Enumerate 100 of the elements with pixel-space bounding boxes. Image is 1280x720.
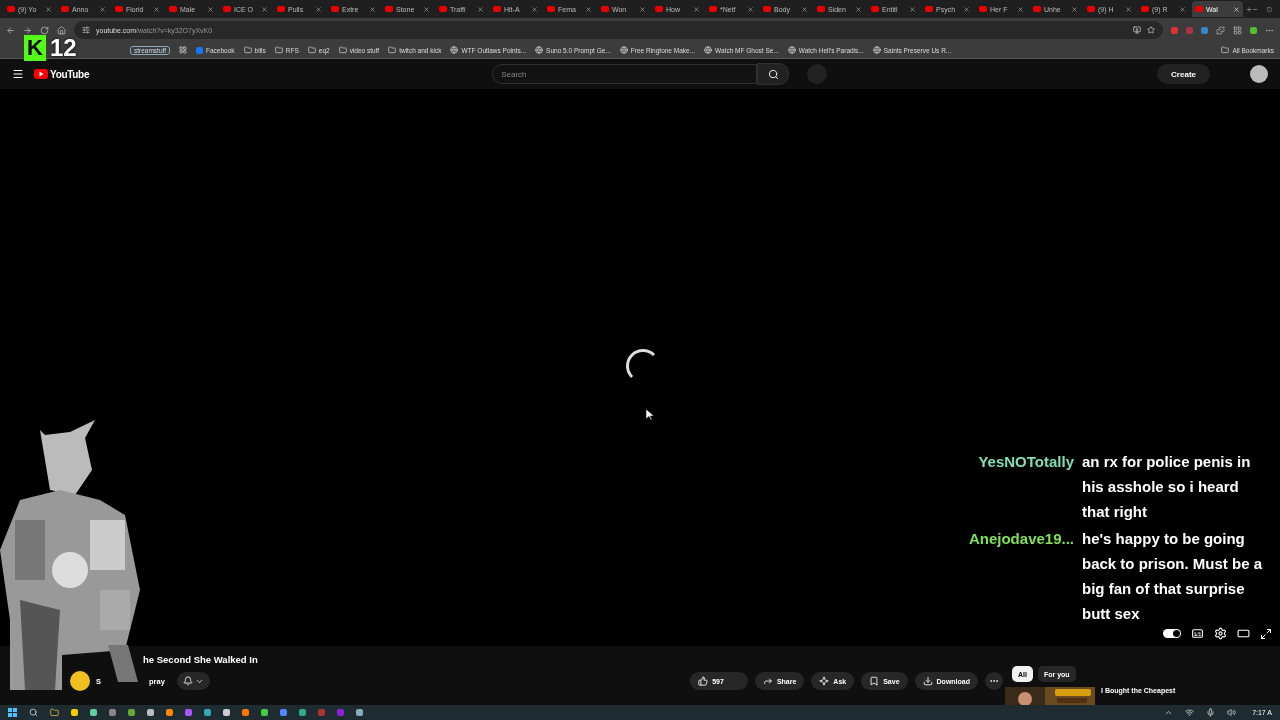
- chat-username: YesNOTotally: [977, 452, 1074, 472]
- search-icon: [767, 68, 779, 80]
- folder-icon[interactable]: [50, 708, 59, 717]
- home-icon[interactable]: [57, 25, 66, 35]
- close-icon[interactable]: [423, 5, 430, 13]
- app-icon[interactable]: [242, 709, 249, 716]
- reload-icon[interactable]: [40, 25, 49, 35]
- close-icon[interactable]: [99, 5, 106, 13]
- close-icon[interactable]: [1017, 5, 1024, 13]
- youtube-icon: [817, 6, 825, 12]
- notification-button[interactable]: [176, 672, 210, 690]
- close-icon[interactable]: [369, 5, 376, 13]
- app-icon[interactable]: [185, 709, 192, 716]
- close-icon[interactable]: [207, 5, 214, 13]
- back-icon[interactable]: [6, 25, 15, 35]
- close-icon[interactable]: [639, 5, 646, 13]
- close-icon[interactable]: [45, 5, 52, 13]
- app-icon[interactable]: [147, 709, 154, 716]
- close-icon[interactable]: [747, 5, 754, 13]
- close-icon[interactable]: [531, 5, 538, 13]
- close-icon[interactable]: [909, 5, 916, 13]
- menu-icon[interactable]: [12, 68, 24, 80]
- channel-avatar[interactable]: [70, 671, 90, 691]
- extensions-icon[interactable]: [1216, 25, 1225, 35]
- youtube-icon: [547, 6, 555, 12]
- app-icon[interactable]: [299, 709, 306, 716]
- globe-icon: [450, 46, 459, 54]
- facebook-icon: [196, 46, 204, 54]
- app-icon[interactable]: [166, 709, 173, 716]
- apps-icon[interactable]: [179, 46, 188, 54]
- bookmark-icon: [869, 676, 880, 686]
- close-icon[interactable]: [477, 5, 484, 13]
- youtube-icon: [115, 6, 123, 12]
- app-icon[interactable]: [204, 709, 211, 716]
- account-avatar[interactable]: [1250, 65, 1268, 83]
- close-icon[interactable]: [585, 5, 592, 13]
- close-icon[interactable]: [1071, 5, 1078, 13]
- globe-icon: [787, 46, 796, 54]
- youtube-icon: [223, 6, 231, 12]
- star-icon[interactable]: [1147, 26, 1155, 34]
- app-icon[interactable]: [261, 709, 268, 716]
- thumbs-up-icon: [698, 676, 709, 686]
- folder-icon: [388, 46, 397, 54]
- settings-icon[interactable]: [1214, 627, 1227, 640]
- app-icon[interactable]: [223, 709, 230, 716]
- wifi-icon[interactable]: [1185, 708, 1195, 717]
- more-button[interactable]: [985, 672, 1003, 690]
- windows-logo-icon[interactable]: [8, 708, 17, 717]
- youtube-icon: [1195, 6, 1203, 12]
- close-icon[interactable]: [153, 5, 160, 13]
- new-tab-icon[interactable]: [1246, 4, 1253, 14]
- close-icon[interactable]: [261, 5, 268, 13]
- close-icon[interactable]: [1179, 5, 1186, 13]
- search-field[interactable]: Search: [492, 64, 758, 84]
- captions-icon[interactable]: [1191, 627, 1204, 640]
- globe-icon: [619, 46, 628, 54]
- close-icon[interactable]: [801, 5, 808, 13]
- app-icon[interactable]: [71, 709, 78, 716]
- folder-icon: [243, 46, 252, 54]
- youtube-icon: [493, 6, 501, 12]
- autoplay-toggle[interactable]: [1163, 629, 1181, 638]
- search-button[interactable]: [757, 63, 790, 85]
- app-icon[interactable]: [109, 709, 116, 716]
- folder-icon: [307, 46, 316, 54]
- youtube-icon: [169, 6, 177, 12]
- folder-icon: [274, 46, 283, 54]
- youtube-logo[interactable]: YouTube: [34, 68, 90, 80]
- create-button[interactable]: Create: [1157, 64, 1210, 84]
- video-player[interactable]: YesNOTotally an rx for police penis in his asshole so i heard that right Anejodave19... he's happy to be going back to prison. Must be a big fan of that surprise butt sex: [0, 89, 1280, 646]
- close-icon[interactable]: [693, 5, 700, 13]
- theater-mode-icon[interactable]: [1237, 627, 1250, 640]
- youtube-icon: [61, 6, 69, 12]
- youtube-icon: [7, 6, 15, 12]
- close-icon[interactable]: [855, 5, 862, 13]
- youtube-icon: [1033, 6, 1041, 12]
- close-icon[interactable]: [1125, 5, 1132, 13]
- search-icon[interactable]: [29, 708, 38, 717]
- close-icon[interactable]: [963, 5, 970, 13]
- app-icon[interactable]: [356, 709, 363, 716]
- maximize-icon[interactable]: [1266, 5, 1272, 13]
- youtube-icon: [1141, 6, 1149, 12]
- chevron-up-icon[interactable]: [1164, 708, 1174, 717]
- profile-icon[interactable]: [1250, 26, 1257, 34]
- kick-logo: K: [24, 35, 46, 61]
- app-icon[interactable]: [280, 709, 287, 716]
- youtube-icon: [979, 6, 987, 12]
- install-icon[interactable]: [1133, 26, 1141, 34]
- site-settings-icon[interactable]: [82, 26, 90, 34]
- youtube-icon: [1087, 6, 1095, 12]
- app-icon[interactable]: [90, 709, 97, 716]
- app-icon[interactable]: [128, 709, 135, 716]
- forward-icon[interactable]: [23, 25, 32, 35]
- volume-icon[interactable]: [1227, 708, 1237, 717]
- globe-icon: [872, 46, 881, 54]
- share-icon: [762, 676, 773, 686]
- globe-icon: [704, 46, 713, 54]
- microphone-icon[interactable]: [1206, 708, 1216, 717]
- side-panel-icon[interactable]: [1233, 25, 1242, 35]
- fullscreen-icon[interactable]: [1260, 627, 1272, 640]
- close-icon[interactable]: [315, 5, 322, 13]
